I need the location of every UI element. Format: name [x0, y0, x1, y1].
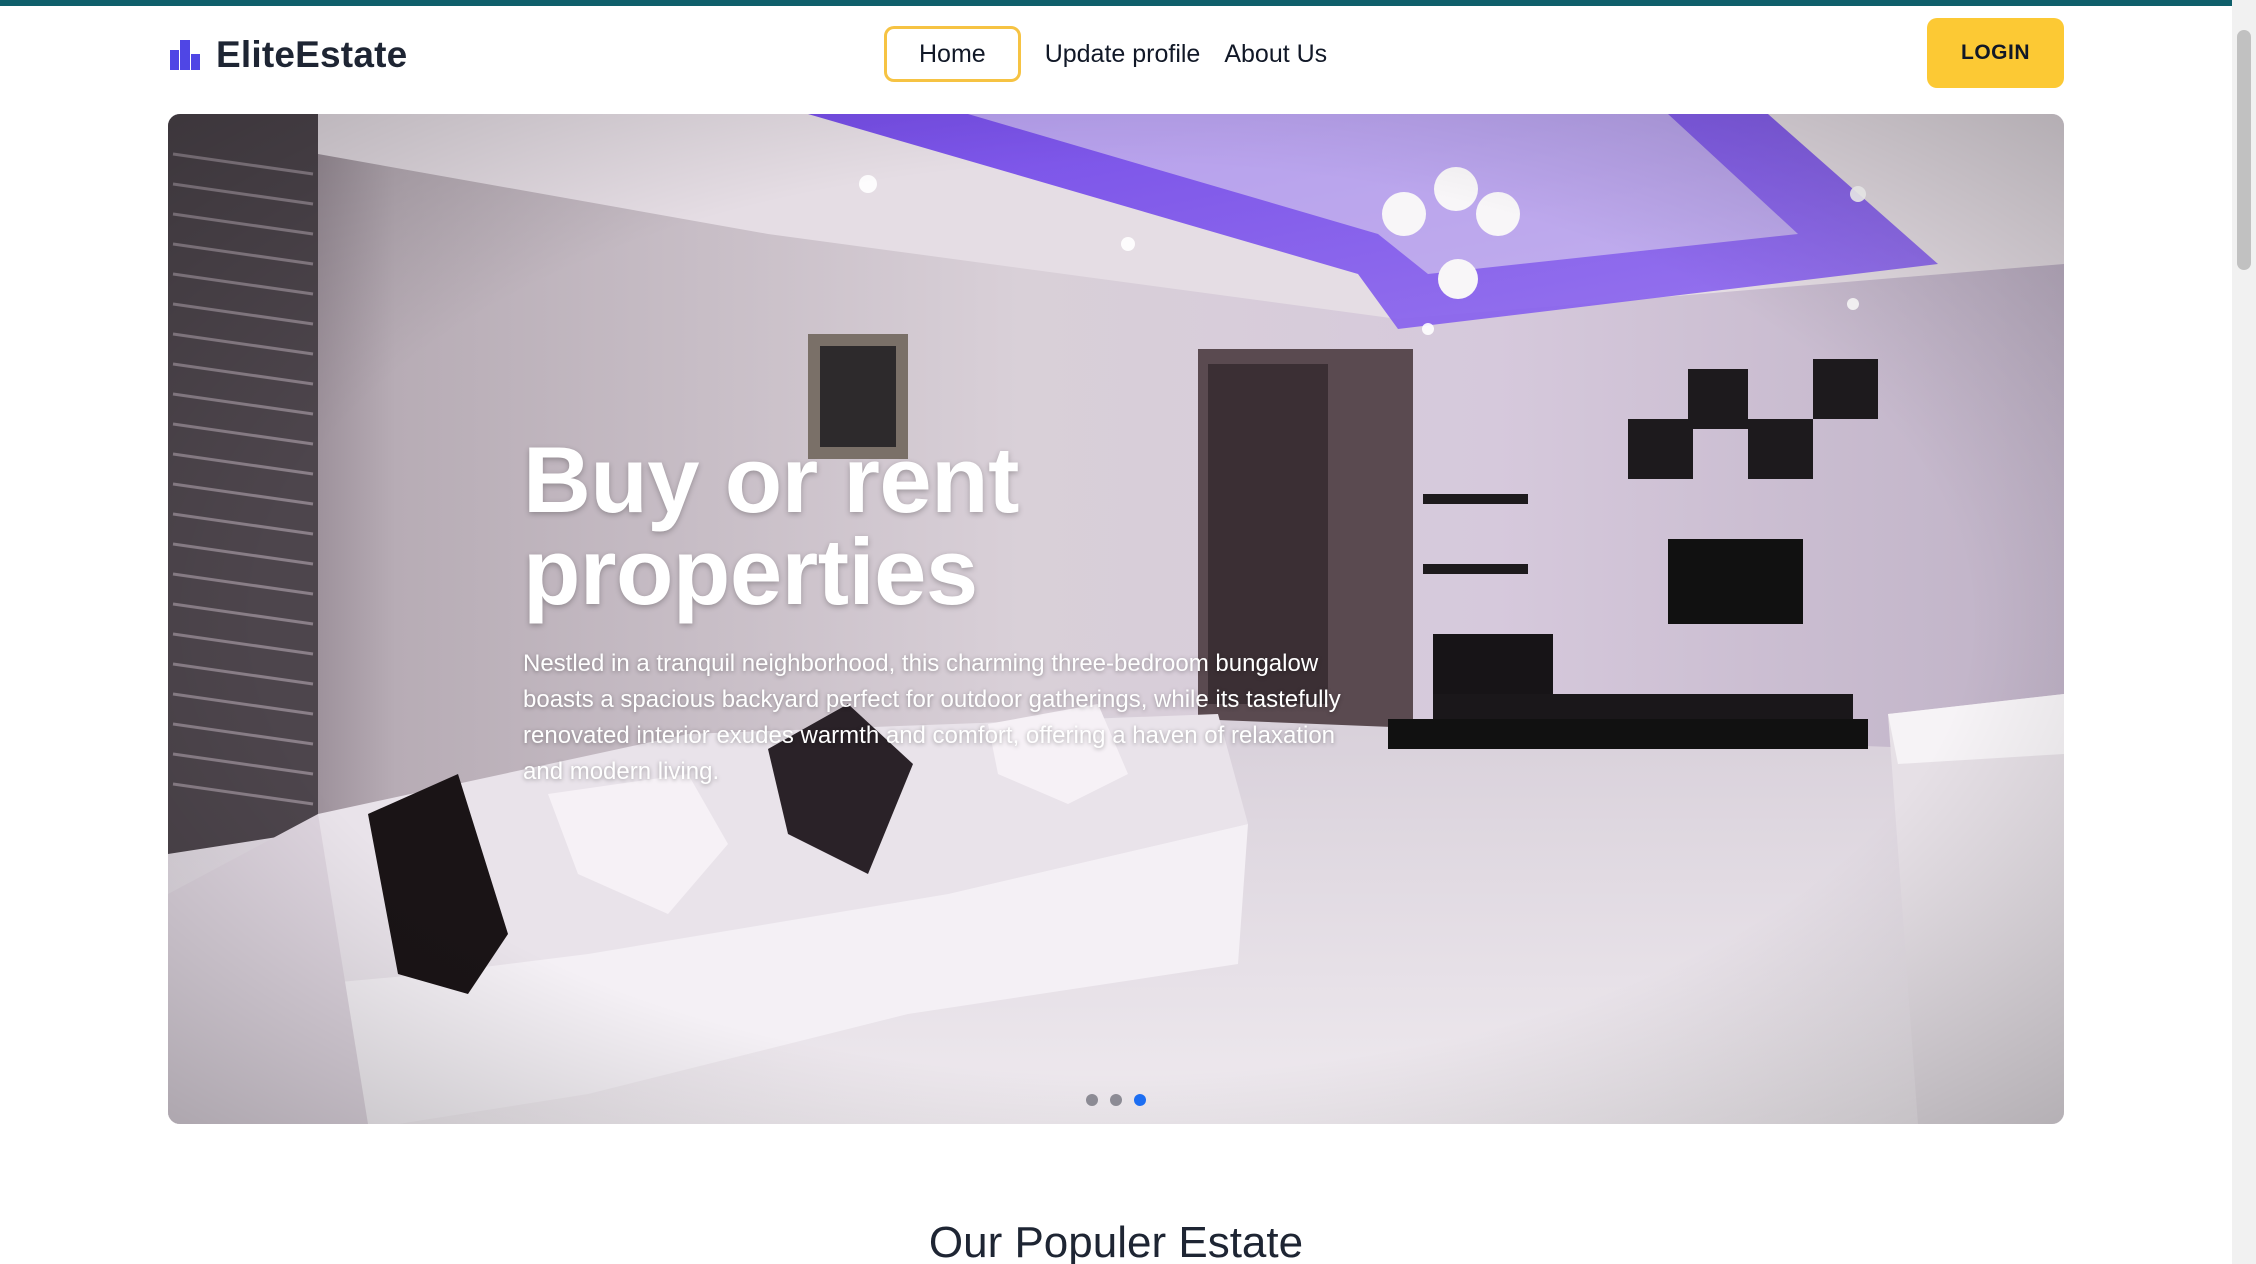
main-nav: Home Update profile About Us — [884, 26, 1339, 82]
popular-estate-heading: Our Populer Estate — [928, 1218, 1304, 1264]
carousel-dot-1[interactable] — [1086, 1094, 1098, 1106]
carousel-indicators — [1086, 1094, 1146, 1106]
login-button[interactable]: LOGIN — [1927, 18, 2064, 88]
buildings-icon — [170, 40, 200, 70]
brand-logo[interactable]: EliteEstate — [168, 34, 407, 76]
carousel-dot-3[interactable] — [1134, 1094, 1146, 1106]
brand-name: EliteEstate — [216, 34, 408, 75]
hero-title: Buy or rent properties — [523, 427, 1019, 624]
scrollbar-thumb[interactable] — [2237, 30, 2251, 270]
navbar: EliteEstate Home Update profile About Us… — [168, 18, 2064, 92]
nav-home[interactable]: Home — [884, 26, 1021, 82]
page-scrollbar[interactable] — [2232, 0, 2256, 1264]
hero-content: Buy or rent properties Nestled in a tran… — [523, 427, 1363, 790]
hero-carousel: Buy or rent properties Nestled in a tran… — [168, 114, 2064, 1124]
top-accent-bar — [0, 0, 2256, 6]
hero-description: Nestled in a tranquil neighborhood, this… — [523, 650, 1341, 785]
carousel-dot-2[interactable] — [1110, 1094, 1122, 1106]
nav-about-us[interactable]: About Us — [1212, 26, 1339, 82]
nav-update-profile[interactable]: Update profile — [1033, 26, 1213, 82]
